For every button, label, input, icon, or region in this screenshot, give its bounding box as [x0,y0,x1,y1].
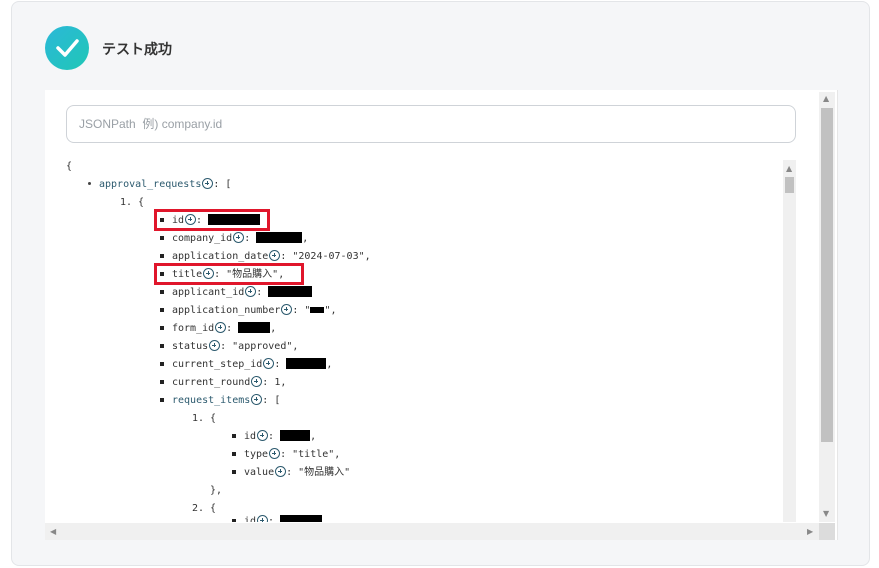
bullet [160,326,164,330]
key-id[interactable]: id [244,431,256,442]
scroll-right-icon[interactable]: ▶ [807,527,813,537]
add-path-icon[interactable] [245,286,257,297]
key-request-items[interactable]: request_items [172,395,250,406]
tree-row-current-step-id: current_step_id: , [160,356,332,374]
scroll-up-icon[interactable]: ▲ [823,94,829,104]
bullet [160,254,164,258]
jsonpath-search-input[interactable] [67,106,795,142]
tree-row-sub2-id: id: [232,513,323,522]
tree-row-sub-value: value : "物品購入" [232,464,350,482]
key-application-number[interactable]: application_number [172,305,280,316]
redacted-value [268,286,313,297]
tree-row-sub-id: id: , [232,428,316,446]
bullet [232,519,236,522]
add-path-icon[interactable] [251,394,263,405]
tree-row-current-round: current_round : 1, [160,374,286,392]
tree-row-sub-type: type : "title", [232,446,340,464]
jsonpath-search[interactable] [66,105,796,143]
scroll-down-icon[interactable]: ▼ [823,509,829,519]
scroll-left-icon[interactable]: ◀ [50,527,56,537]
key-id[interactable]: id [244,516,256,522]
redacted-value [256,232,303,243]
highlight-box-id [154,209,270,231]
scrollbar-corner [819,523,835,540]
list-item-number: 1. { [120,197,145,208]
json-open-brace: { [66,161,73,172]
tree-row-company-id: company_id: , [160,230,308,248]
add-path-icon[interactable] [263,358,275,369]
bullet [232,452,236,456]
bullet [160,290,164,294]
bullet [232,470,236,474]
scrollbar-thumb[interactable] [785,177,794,193]
add-path-icon[interactable] [215,322,227,333]
bullet [160,362,164,366]
bullet [88,182,91,185]
add-path-icon[interactable] [251,376,263,387]
value: : [ [262,395,281,406]
key-approval-requests[interactable]: approval_requests [99,179,201,190]
key-application-date[interactable]: application_date [172,251,268,262]
add-path-icon[interactable] [275,466,287,477]
inner-vertical-scrollbar[interactable]: ▲ [783,160,796,522]
result-title: テスト成功 [102,42,172,58]
value: : 1, [262,377,287,388]
redacted-value [280,515,323,522]
tree-row-application-number: application_number: " ", [160,302,336,320]
key-type[interactable]: type [244,449,268,460]
outer-vertical-scrollbar[interactable]: ▲ ▼ [819,92,835,522]
add-path-icon[interactable] [257,515,269,522]
value: : "2024-07-03", [280,251,371,262]
list-item-number: 2. { [192,503,217,514]
add-path-icon[interactable] [269,250,281,261]
bullet [232,434,236,438]
value: : "title", [280,449,341,460]
key-current-round[interactable]: current_round [172,377,250,388]
add-path-icon[interactable] [202,178,214,189]
close-brace: }, [210,485,223,496]
key-company-id[interactable]: company_id [172,233,232,244]
tree-row-approval-requests: approval_requests : [ [88,176,231,194]
add-path-icon[interactable] [281,304,293,315]
horizontal-scrollbar[interactable]: ◀ ▶ [45,523,819,540]
value: : [ [213,179,232,190]
add-path-icon[interactable] [269,448,281,459]
tree-row-status: status : "approved", [160,338,298,356]
scrollbar-thumb[interactable] [821,108,833,442]
redacted-value [286,358,327,369]
key-status[interactable]: status [172,341,208,352]
scroll-up-icon[interactable]: ▲ [786,164,792,174]
bullet [160,398,164,402]
bullet [160,380,164,384]
key-value[interactable]: value [244,467,274,478]
check-circle-icon [45,26,89,70]
redacted-value [280,430,311,441]
bullet [160,236,164,240]
value: : "approved", [220,341,299,352]
add-path-icon[interactable] [233,232,245,243]
bullet [160,308,164,312]
redacted-value [238,322,271,333]
bullet [160,344,164,348]
key-current-step-id[interactable]: current_step_id [172,359,262,370]
add-path-icon[interactable] [209,340,221,351]
redacted-value [310,307,325,313]
tree-row-form-id: form_id: , [160,320,276,338]
add-path-icon[interactable] [257,430,269,441]
list-item-number: 1. { [192,413,217,424]
tree-row-applicant-id: applicant_id: [160,284,313,302]
key-form-id[interactable]: form_id [172,323,214,334]
value: : "物品購入" [286,467,351,478]
tree-row-request-items: request_items : [ [160,392,280,410]
highlight-box-title [154,263,304,285]
key-applicant-id[interactable]: applicant_id [172,287,244,298]
